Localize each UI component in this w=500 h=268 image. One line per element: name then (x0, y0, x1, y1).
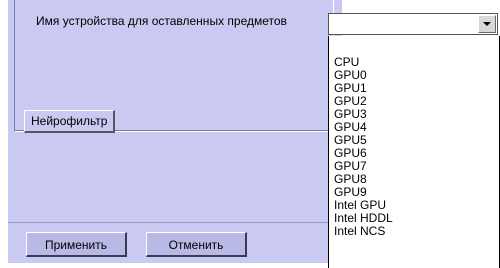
device-name-label: Имя устройства для оставленных предметов (36, 14, 287, 28)
device-select[interactable] (328, 13, 498, 35)
cancel-button[interactable]: Отменить (146, 232, 247, 257)
divider (8, 222, 342, 223)
device-dropdown-list[interactable]: CPU GPU0 GPU1 GPU2 GPU3 GPU4 GPU5 GPU6 G… (328, 36, 500, 268)
dropdown-item-intel-ncs[interactable]: Intel NCS (334, 225, 385, 238)
apply-button[interactable]: Применить (26, 232, 127, 257)
tab-neurofilter[interactable]: Нейрофильтр (24, 110, 116, 133)
chevron-down-icon[interactable] (478, 15, 496, 33)
